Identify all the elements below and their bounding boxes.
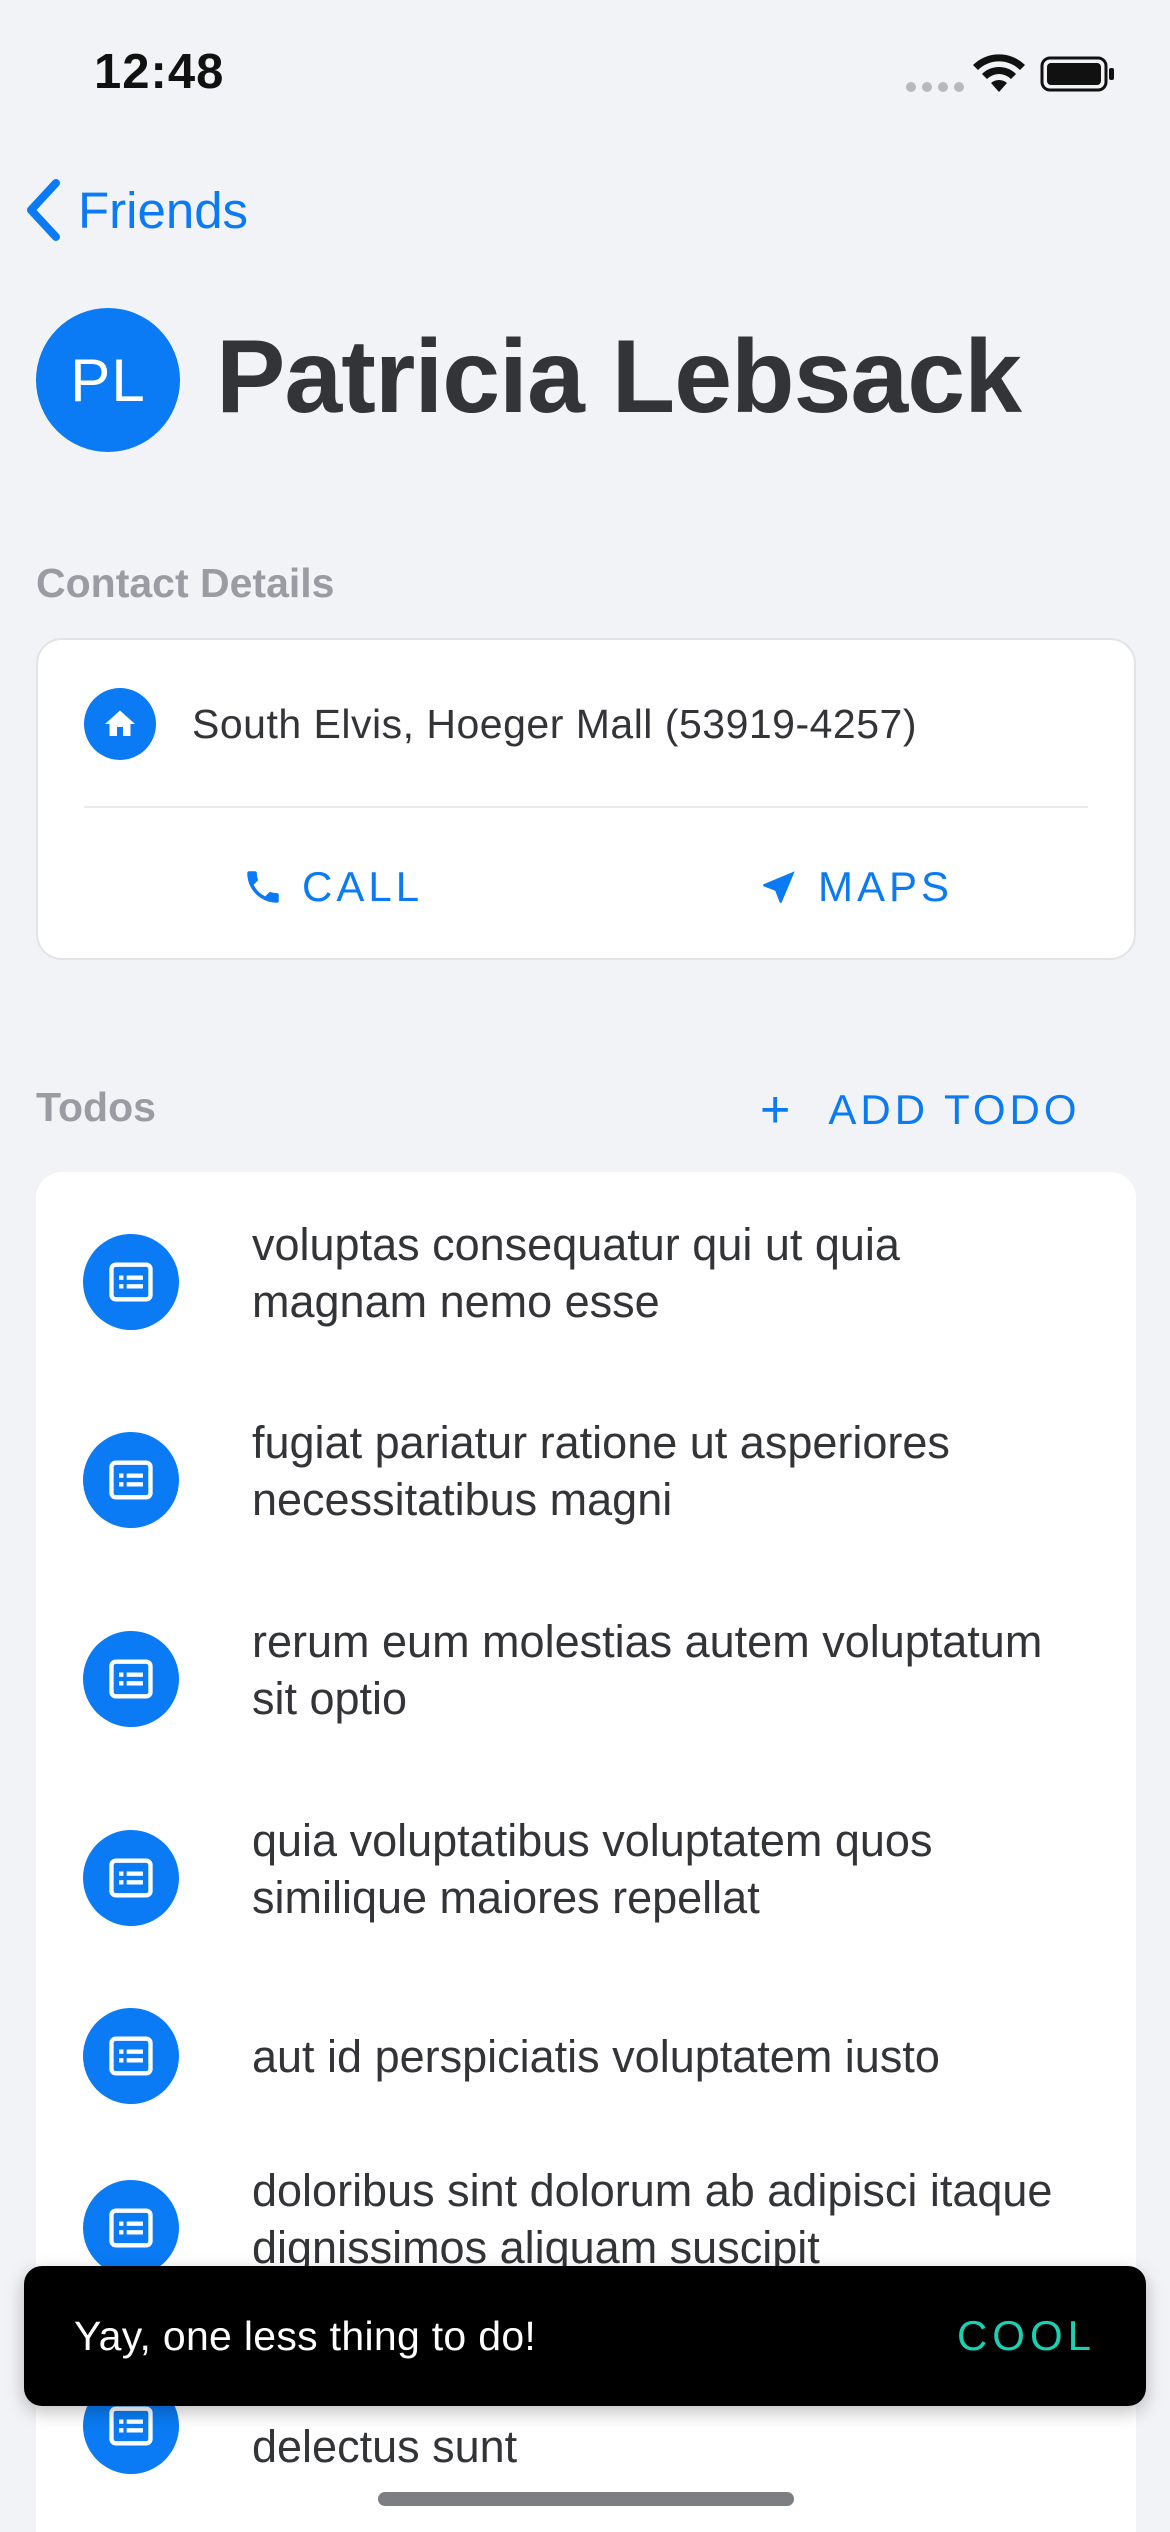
- phone-icon: [247, 871, 279, 903]
- home-icon: [84, 688, 156, 760]
- todo-list-icon: [83, 1432, 179, 1528]
- address-row: South Elvis, Hoeger Mall (53919-4257): [84, 688, 917, 760]
- todo-text: delectus sunt: [252, 2421, 518, 2472]
- page-title: Patricia Lebsack: [216, 319, 1022, 435]
- back-label: Friends: [78, 181, 249, 239]
- call-label: CALL: [302, 863, 424, 910]
- todo-item[interactable]: rerum eum molestias autem voluptatum sit…: [36, 1609, 1136, 1789]
- status-bar: 12:48: [0, 0, 1170, 150]
- todo-item[interactable]: aut id perspiciatis voluptatem iusto: [36, 2006, 1136, 2136]
- back-button[interactable]: Friends: [22, 170, 248, 250]
- address-text: South Elvis, Hoeger Mall (53919-4257): [192, 700, 917, 747]
- todo-list-icon: [83, 1830, 179, 1926]
- add-todo-label: ADD TODO: [828, 1086, 1081, 1133]
- todo-list-icon: [83, 2008, 179, 2104]
- battery-icon: [1040, 56, 1114, 92]
- snackbar: Yay, one less thing to do! COOL: [24, 2266, 1146, 2406]
- call-button[interactable]: CALL: [242, 852, 423, 922]
- status-time: 12:48: [94, 45, 225, 99]
- todo-text: fugiat pariatur ratione ut asperiores ne…: [252, 1417, 950, 1525]
- todo-list-icon: [83, 1631, 179, 1727]
- maps-button[interactable]: MAPS: [758, 852, 953, 922]
- home-indicator[interactable]: [378, 2492, 794, 2506]
- navigation-arrow-icon: [763, 871, 795, 903]
- card-divider: [84, 806, 1088, 808]
- avatar: PL: [36, 308, 180, 452]
- wifi-icon: [973, 54, 1025, 92]
- todo-list-icon: [83, 1234, 179, 1330]
- todo-item[interactable]: fugiat pariatur ratione ut asperiores ne…: [36, 1410, 1136, 1590]
- todo-item[interactable]: voluptas consequatur qui ut quia magnam …: [36, 1212, 1136, 1392]
- maps-label: MAPS: [818, 863, 954, 910]
- todo-item[interactable]: quia voluptatibus voluptatem quos simili…: [36, 1808, 1136, 1988]
- plus-icon: +: [760, 1081, 791, 1139]
- contact-details-heading: Contact Details: [36, 560, 335, 606]
- contact-card: South Elvis, Hoeger Mall (53919-4257) CA…: [36, 638, 1136, 960]
- chevron-left-icon: [27, 179, 60, 241]
- todo-text: voluptas consequatur qui ut quia magnam …: [252, 1219, 900, 1327]
- todo-list-icon: [83, 2180, 179, 2276]
- todos-heading: Todos: [36, 1084, 156, 1130]
- friend-detail-screen: 12:48 Friends PL Patricia Lebsack Contac…: [0, 0, 1170, 2532]
- todo-text: rerum eum molestias autem voluptatum sit…: [252, 1616, 1043, 1724]
- snackbar-action-button[interactable]: COOL: [957, 2312, 1096, 2360]
- add-todo-button[interactable]: + ADD TODO: [760, 1078, 1081, 1142]
- signal-icon: [906, 82, 964, 92]
- todo-text: doloribus sint dolorum ab adipisci itaqu…: [252, 2165, 1053, 2273]
- todo-text: quia voluptatibus voluptatem quos simili…: [252, 1815, 933, 1923]
- todo-text: aut id perspiciatis voluptatem iusto: [252, 2031, 940, 2082]
- snackbar-message: Yay, one less thing to do!: [74, 2312, 537, 2359]
